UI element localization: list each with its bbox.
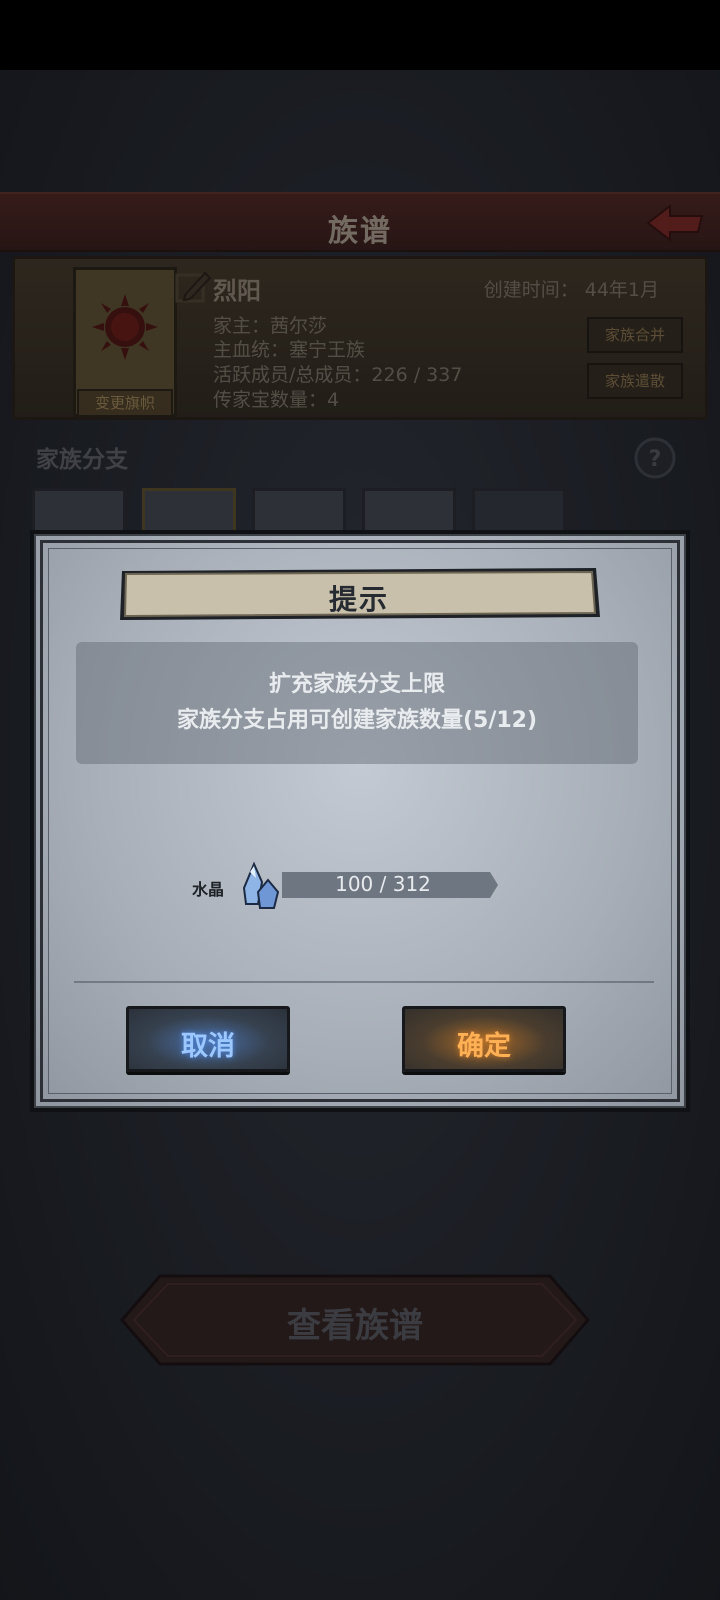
cancel-button-label: 取消 [181,1031,235,1062]
cost-value: 100 / 312 [335,872,431,896]
confirm-button[interactable]: 确定 [402,1006,566,1072]
status-bar [0,0,720,70]
cancel-button[interactable]: 取消 [126,1006,290,1072]
dialog-message-line2: 家族分支占用可创建家族数量(5/12) [176,708,538,733]
dialog-message-line1: 扩充家族分支上限 [268,672,445,697]
crystal-icon [242,861,280,909]
confirm-button-label: 确定 [457,1031,511,1062]
dialog-title: 提示 [328,583,389,616]
screen: 族谱 变更旗帜 烈阳 创建时间： 44年1月 家主：茜尔莎 主血统：塞宁王族 活… [0,0,720,1600]
dialog-message-box: 扩充家族分支上限 家族分支占用可创建家族数量(5/12) [76,642,638,764]
confirm-dialog: 提示 扩充家族分支上限 家族分支占用可创建家族数量(5/12) 水晶 100 /… [30,530,690,1112]
cost-label: 水晶 [192,880,225,899]
dialog-divider [74,981,654,983]
